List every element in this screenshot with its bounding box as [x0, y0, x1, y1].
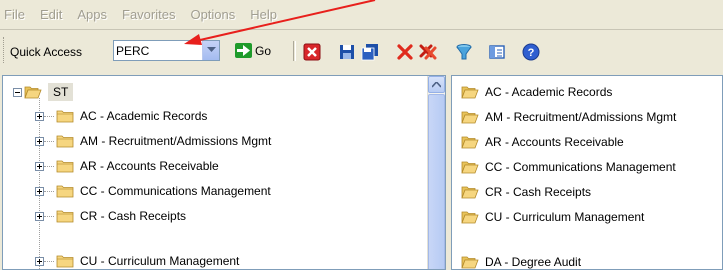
- tree-root-row[interactable]: ST: [13, 80, 74, 104]
- list-item-label: CR - Cash Receipts: [485, 185, 592, 199]
- open-folder-icon: [461, 161, 479, 174]
- list-item[interactable]: CC - Communications Management: [459, 155, 676, 179]
- scroll-up-button[interactable]: [428, 76, 445, 93]
- menu-favorites[interactable]: Favorites: [122, 7, 175, 22]
- menu-options[interactable]: Options: [190, 7, 235, 22]
- list-item[interactable]: AR - Accounts Receivable: [459, 130, 624, 154]
- tree-panel: ST AC - Academic Records AM - Recruitmen…: [2, 75, 446, 270]
- list-panel: AC - Academic Records AM - Recruitment/A…: [451, 75, 723, 270]
- quick-access-label: Quick Access: [10, 45, 83, 59]
- folder-icon: [56, 110, 74, 123]
- list-item-label: CU - Curriculum Management: [485, 210, 645, 224]
- delete-icon[interactable]: [396, 43, 414, 61]
- list-item-label: AC - Academic Records: [485, 85, 613, 99]
- tree-item[interactable]: CR - Cash Receipts: [35, 204, 186, 228]
- list-item[interactable]: CU - Curriculum Management: [459, 205, 644, 229]
- list-item[interactable]: DA - Degree Audit: [459, 250, 582, 269]
- open-folder-icon: [461, 256, 479, 269]
- list-item-label: AR - Accounts Receivable: [485, 135, 624, 149]
- folder-icon: [56, 185, 74, 198]
- open-folder-icon: [461, 211, 479, 224]
- toolbar: Quick Access Go: [0, 31, 723, 71]
- folder-icon: [56, 255, 74, 268]
- menu-help[interactable]: Help: [250, 7, 277, 22]
- menu-apps[interactable]: Apps: [77, 7, 107, 22]
- tree-connector: [44, 165, 54, 167]
- menu-file[interactable]: File: [4, 7, 25, 22]
- quick-access-dropdown-button[interactable]: [202, 41, 219, 60]
- expand-toggle-icon[interactable]: [35, 111, 44, 121]
- scroll-thumb[interactable]: [428, 94, 445, 269]
- go-button[interactable]: Go: [235, 41, 271, 60]
- tree-vertical-scrollbar[interactable]: [427, 76, 445, 269]
- toolbar-grip[interactable]: [3, 37, 7, 63]
- quick-access-combo[interactable]: [113, 40, 220, 61]
- delete-all-icon[interactable]: [419, 43, 437, 61]
- tree-item-label: AC - Academic Records: [80, 109, 208, 123]
- menu-edit[interactable]: Edit: [40, 7, 62, 22]
- tree-item-label: CC - Communications Management: [80, 184, 271, 198]
- tree-connector: [44, 215, 54, 217]
- go-arrow-icon: [235, 43, 252, 58]
- expand-toggle-icon[interactable]: [35, 136, 44, 146]
- tree-item-label: AR - Accounts Receivable: [80, 159, 219, 173]
- collapse-toggle-icon[interactable]: [13, 87, 22, 97]
- tree-connector: [44, 115, 54, 117]
- tree-item[interactable]: CU - Curriculum Management: [35, 249, 240, 269]
- list-item[interactable]: CR - Cash Receipts: [459, 180, 591, 204]
- help-icon[interactable]: ?: [522, 43, 540, 61]
- tree-item-label: AM - Recruitment/Admissions Mgmt: [80, 134, 272, 148]
- expand-toggle-icon[interactable]: [35, 186, 44, 196]
- list-item-label: AM - Recruitment/Admissions Mgmt: [485, 110, 677, 124]
- chevron-down-icon: [207, 47, 216, 52]
- funnel-icon[interactable]: [455, 43, 473, 61]
- open-folder-icon: [461, 186, 479, 199]
- save-icon[interactable]: [338, 43, 356, 61]
- go-label: Go: [255, 43, 272, 58]
- expand-toggle-icon[interactable]: [35, 211, 44, 221]
- folder-icon: [56, 210, 74, 223]
- expand-toggle-icon[interactable]: [35, 256, 44, 266]
- list-item-label: DA - Degree Audit: [485, 255, 582, 269]
- tree-root-label: ST: [48, 83, 74, 101]
- list-item[interactable]: AM - Recruitment/Admissions Mgmt: [459, 105, 676, 129]
- open-folder-icon: [461, 111, 479, 124]
- tree-connector: [44, 140, 54, 142]
- list-item[interactable]: AC - Academic Records: [459, 80, 612, 104]
- tree-item[interactable]: AM - Recruitment/Admissions Mgmt: [35, 129, 271, 153]
- tree-item[interactable]: AR - Accounts Receivable: [35, 154, 219, 178]
- list-view-icon[interactable]: [488, 43, 506, 61]
- open-folder-icon: [461, 86, 479, 99]
- tree-item-label: CR - Cash Receipts: [80, 209, 187, 223]
- tree-connector: [44, 190, 54, 192]
- tree-item[interactable]: AC - Academic Records: [35, 104, 207, 128]
- folder-icon: [56, 160, 74, 173]
- close-red-icon[interactable]: [303, 43, 321, 61]
- toolbar-separator: [293, 41, 296, 61]
- tree-connector: [44, 260, 54, 262]
- quick-access-input[interactable]: [116, 43, 196, 58]
- tree-item-label: CU - Curriculum Management: [80, 254, 240, 268]
- open-folder-icon: [461, 136, 479, 149]
- open-folder-icon: [24, 86, 42, 99]
- tree-item[interactable]: CC - Communications Management: [35, 179, 271, 203]
- save-all-icon[interactable]: [361, 43, 379, 61]
- svg-text:?: ?: [528, 47, 535, 59]
- menu-bar: File Edit Apps Favorites Options Help: [0, 0, 723, 30]
- list-item-label: CC - Communications Management: [485, 160, 676, 174]
- chevron-up-icon: [432, 82, 441, 88]
- folder-icon: [56, 135, 74, 148]
- expand-toggle-icon[interactable]: [35, 161, 44, 171]
